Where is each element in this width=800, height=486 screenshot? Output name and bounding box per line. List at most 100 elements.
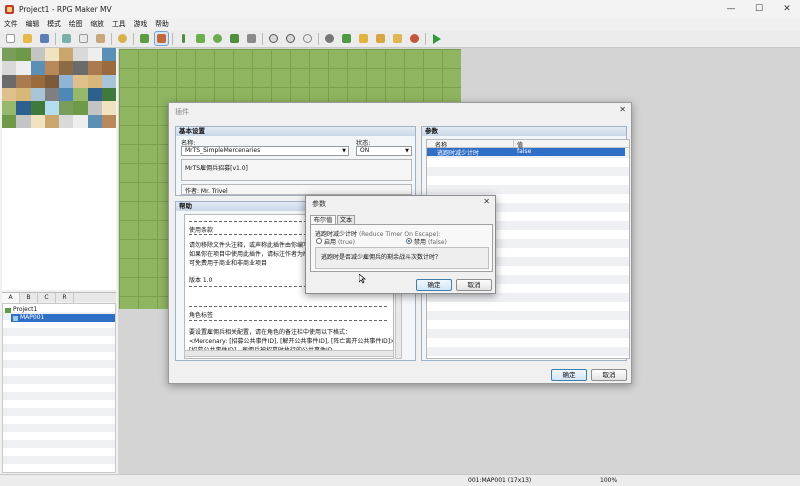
character-generator-icon[interactable] <box>408 32 421 45</box>
tileset-tile[interactable] <box>16 61 31 75</box>
tileset-tile[interactable] <box>87 61 102 75</box>
tileset-tile[interactable] <box>30 101 45 115</box>
tileset-tile[interactable] <box>87 48 102 62</box>
tileset-tile[interactable] <box>101 74 116 88</box>
tileset-tile[interactable] <box>2 101 17 115</box>
undo-icon[interactable] <box>116 32 129 45</box>
fill-icon[interactable] <box>228 32 241 45</box>
tileset-tile[interactable] <box>59 74 74 88</box>
menu-draw[interactable]: 绘图 <box>65 18 87 30</box>
tileset-tile[interactable] <box>30 87 45 102</box>
plugin-dialog-close-button[interactable]: ✕ <box>619 105 626 114</box>
tileset-tile[interactable] <box>30 48 45 62</box>
plugin-ok-button[interactable]: 确定 <box>551 369 587 381</box>
tileset-tile[interactable] <box>73 87 88 102</box>
tileset-tile[interactable] <box>59 114 74 128</box>
tileset-tile[interactable] <box>44 87 59 102</box>
menu-edit[interactable]: 编辑 <box>22 18 44 30</box>
parameter-cancel-button[interactable]: 取消 <box>456 279 492 291</box>
tileset-tile[interactable] <box>87 101 102 115</box>
tileset-tile[interactable] <box>87 87 102 102</box>
sound-test-icon[interactable] <box>357 32 370 45</box>
tileset-tile[interactable] <box>73 61 88 75</box>
database-icon[interactable] <box>323 32 336 45</box>
menu-scale[interactable]: 缩放 <box>86 18 108 30</box>
menu-help[interactable]: 帮助 <box>151 18 173 30</box>
map-mode-icon[interactable] <box>138 32 151 45</box>
zoom-out-icon[interactable] <box>284 32 297 45</box>
tileset-tile[interactable] <box>2 74 17 88</box>
tree-item-map[interactable]: MAP001 <box>11 314 115 322</box>
tileset-tile[interactable] <box>16 74 31 88</box>
pencil-icon[interactable] <box>177 32 190 45</box>
plugin-cancel-button[interactable]: 取消 <box>591 369 627 381</box>
event-mode-icon[interactable] <box>154 31 169 46</box>
tileset-tile[interactable] <box>16 48 31 62</box>
tileset-tile[interactable] <box>101 101 116 115</box>
tileset-tile[interactable] <box>30 61 45 75</box>
paste-icon[interactable] <box>94 32 107 45</box>
tileset-tile[interactable] <box>16 87 31 102</box>
copy-icon[interactable] <box>77 32 90 45</box>
tileset-tile[interactable] <box>44 114 59 128</box>
tileset-tab-a[interactable]: A <box>2 293 20 303</box>
event-searcher-icon[interactable] <box>374 32 387 45</box>
playtest-icon[interactable] <box>430 32 443 45</box>
tileset-tab-r[interactable]: R <box>56 293 74 303</box>
tileset-tile[interactable] <box>44 101 59 115</box>
close-button[interactable]: ✕ <box>774 0 800 18</box>
shadow-pen-icon[interactable] <box>245 32 258 45</box>
help-horizontal-scrollbar[interactable] <box>184 350 394 357</box>
tileset-tile[interactable] <box>16 101 31 115</box>
zoom-in-icon[interactable] <box>267 32 280 45</box>
menu-mode[interactable]: 模式 <box>43 18 65 30</box>
menu-file[interactable]: 文件 <box>0 18 22 30</box>
tileset-tile[interactable] <box>2 87 17 102</box>
tileset-tile[interactable] <box>2 48 17 62</box>
new-project-icon[interactable] <box>4 32 17 45</box>
radio-enable[interactable] <box>316 238 322 244</box>
tileset-tile[interactable] <box>16 114 31 128</box>
plugin-status-select[interactable]: ON ▼ <box>356 146 412 156</box>
cut-icon[interactable] <box>60 32 73 45</box>
plugin-name-select[interactable]: MrTS_SimpleMercenaries ▼ <box>181 146 349 156</box>
rectangle-icon[interactable] <box>194 32 207 45</box>
tileset-tile[interactable] <box>73 114 88 128</box>
tab-boolean[interactable]: 布尔值 <box>310 215 336 224</box>
tileset-tile[interactable] <box>44 48 59 62</box>
resource-manager-icon[interactable] <box>391 32 404 45</box>
table-row[interactable]: 逃跑时减少计时 false <box>427 148 625 157</box>
tileset-tile[interactable] <box>73 101 88 115</box>
tileset-tile[interactable] <box>73 48 88 62</box>
tileset-tile[interactable] <box>59 87 74 102</box>
tileset-tile[interactable] <box>73 74 88 88</box>
tileset-tile[interactable] <box>2 61 17 75</box>
parameter-ok-button[interactable]: 确定 <box>416 279 452 291</box>
tileset-tile[interactable] <box>59 61 74 75</box>
tileset-tile[interactable] <box>44 74 59 88</box>
tileset-tile[interactable] <box>101 114 116 128</box>
tab-text[interactable]: 文本 <box>337 215 355 224</box>
menu-tools[interactable]: 工具 <box>108 18 130 30</box>
tileset-tile[interactable] <box>59 101 74 115</box>
tileset-tile[interactable] <box>87 74 102 88</box>
radio-disable[interactable] <box>406 238 412 244</box>
tileset-tab-c[interactable]: C <box>38 293 56 303</box>
tileset-tile[interactable] <box>2 114 17 128</box>
maximize-button[interactable]: ☐ <box>746 0 772 18</box>
tileset-tile[interactable] <box>101 61 116 75</box>
minimize-button[interactable]: — <box>718 0 744 18</box>
tileset-palette[interactable] <box>2 48 116 128</box>
tileset-tile[interactable] <box>30 114 45 128</box>
menu-game[interactable]: 游戏 <box>130 18 152 30</box>
plugin-manager-icon[interactable] <box>340 32 353 45</box>
tree-item-project[interactable]: Project1 <box>5 306 37 314</box>
tileset-tile[interactable] <box>30 74 45 88</box>
tileset-tile[interactable] <box>87 114 102 128</box>
ellipse-icon[interactable] <box>211 32 224 45</box>
tileset-tile[interactable] <box>101 48 116 62</box>
tileset-tab-b[interactable]: B <box>20 293 38 303</box>
open-project-icon[interactable] <box>21 32 34 45</box>
zoom-actual-icon[interactable] <box>301 32 314 45</box>
tileset-tile[interactable] <box>44 61 59 75</box>
